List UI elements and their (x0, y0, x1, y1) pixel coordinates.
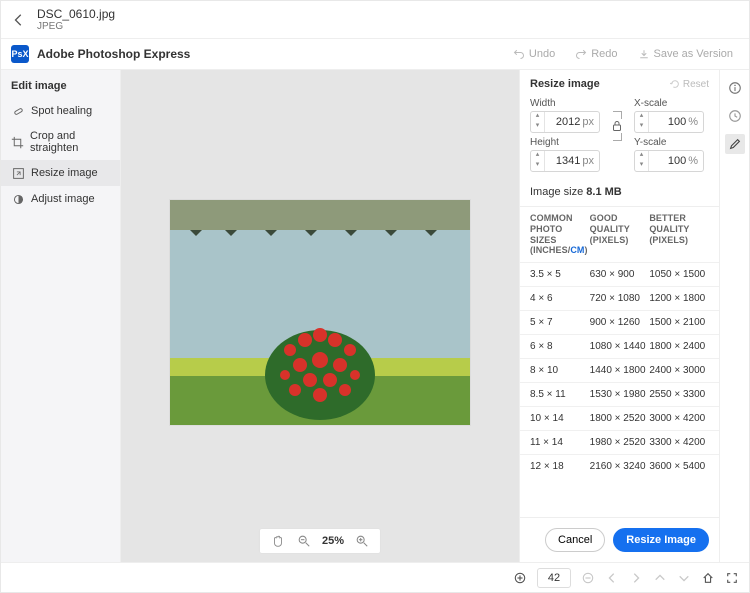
prev-arrow-icon[interactable] (605, 571, 619, 585)
table-row[interactable]: 10 × 141800 × 25203000 × 4200 (520, 406, 719, 430)
home-icon[interactable] (701, 571, 715, 585)
sidebar-item-label: Adjust image (31, 193, 95, 205)
undo-label: Undo (529, 48, 555, 60)
file-type: JPEG (37, 21, 115, 32)
xscale-step-up[interactable]: ▴ (635, 112, 648, 122)
save-label: Save as Version (654, 48, 734, 60)
yscale-label: Y-scale (634, 137, 704, 148)
file-info: DSC_0610.jpg JPEG (37, 7, 115, 32)
lock-icon (611, 120, 623, 132)
sidebar-item-resize[interactable]: Resize image (1, 160, 120, 186)
adjust-icon (11, 192, 25, 206)
undo-button[interactable]: Undo (507, 48, 561, 60)
yscale-input[interactable]: ▴▾ 100% (634, 150, 704, 172)
resize-panel-heading: Resize image (530, 78, 600, 90)
image-size-readout: Image size 8.1 MB (520, 182, 719, 206)
pan-tool[interactable] (270, 533, 286, 549)
file-name: DSC_0610.jpg (37, 7, 115, 21)
table-row[interactable]: 5 × 7900 × 12601500 × 2100 (520, 310, 719, 334)
next-arrow-icon[interactable] (629, 571, 643, 585)
back-button[interactable] (11, 12, 27, 28)
up-arrow-icon[interactable] (653, 571, 667, 585)
zoom-out-button[interactable] (296, 533, 312, 549)
left-sidebar: Edit image Spot healing Crop and straigh… (1, 70, 121, 562)
edit-image-heading: Edit image (1, 70, 120, 98)
resize-image-button[interactable]: Resize Image (613, 528, 709, 552)
info-icon[interactable] (725, 78, 745, 98)
zoom-toolbar: 25% (259, 528, 381, 554)
reset-button[interactable]: Reset (670, 79, 709, 90)
width-input[interactable]: ▴▾ 2012px (530, 111, 600, 133)
canvas-preview[interactable] (170, 200, 470, 425)
table-row[interactable]: 6 × 81080 × 14401800 × 2400 (520, 334, 719, 358)
resize-icon (11, 166, 25, 180)
width-step-up[interactable]: ▴ (531, 112, 544, 122)
size-presets-table: COMMON PHOTO SIZES (INCHES/CM) GOODQUALI… (520, 206, 719, 478)
width-step-down[interactable]: ▾ (531, 122, 544, 132)
app-brand: Adobe Photoshop Express (37, 47, 190, 61)
right-rail (719, 70, 749, 562)
history-icon[interactable] (725, 106, 745, 126)
psx-logo: PsX (11, 45, 29, 63)
height-input[interactable]: ▴▾ 1341px (530, 150, 600, 172)
bandage-icon (11, 104, 25, 118)
resize-panel: Resize image Reset Width ▴▾ 2012px (519, 70, 719, 562)
app-subbar: PsX Adobe Photoshop Express Undo Redo Sa… (1, 39, 749, 70)
yscale-step-down[interactable]: ▾ (635, 161, 648, 171)
crop-icon (11, 135, 24, 149)
add-page-icon[interactable] (513, 571, 527, 585)
sidebar-item-crop[interactable]: Crop and straighten (1, 124, 120, 160)
remove-page-icon[interactable] (581, 571, 595, 585)
cm-toggle[interactable]: CM (570, 245, 584, 255)
height-step-up[interactable]: ▴ (531, 151, 544, 161)
table-row[interactable]: 8.5 × 111530 × 19802550 × 3300 (520, 382, 719, 406)
reset-label: Reset (683, 79, 709, 90)
xscale-label: X-scale (634, 98, 704, 109)
titlebar: DSC_0610.jpg JPEG (1, 1, 749, 39)
redo-label: Redo (591, 48, 617, 60)
fullscreen-icon[interactable] (725, 571, 739, 585)
edit-icon[interactable] (725, 134, 745, 154)
yscale-step-up[interactable]: ▴ (635, 151, 648, 161)
zoom-in-button[interactable] (354, 533, 370, 549)
table-row[interactable]: 8 × 101440 × 18002400 × 3000 (520, 358, 719, 382)
sidebar-item-label: Spot healing (31, 105, 92, 117)
table-row[interactable]: 3.5 × 5630 × 9001050 × 1500 (520, 262, 719, 286)
xscale-input[interactable]: ▴▾ 100% (634, 111, 704, 133)
table-row[interactable]: 4 × 6720 × 10801200 × 1800 (520, 286, 719, 310)
xscale-step-down[interactable]: ▾ (635, 122, 648, 132)
zoom-value[interactable]: 25% (322, 535, 344, 547)
height-label: Height (530, 137, 600, 148)
page-number-input[interactable]: 42 (537, 568, 571, 588)
sidebar-item-label: Resize image (31, 167, 98, 179)
width-label: Width (530, 98, 600, 109)
aspect-lock[interactable] (608, 111, 626, 141)
save-as-version-button[interactable]: Save as Version (632, 48, 740, 60)
table-row[interactable]: 12 × 182160 × 32403600 × 5400 (520, 454, 719, 478)
sidebar-item-adjust[interactable]: Adjust image (1, 186, 120, 212)
height-step-down[interactable]: ▾ (531, 161, 544, 171)
redo-button[interactable]: Redo (569, 48, 623, 60)
bottom-bar: 42 (1, 562, 749, 592)
table-row[interactable]: 11 × 141980 × 25203300 × 4200 (520, 430, 719, 454)
down-arrow-icon[interactable] (677, 571, 691, 585)
cancel-button[interactable]: Cancel (545, 528, 605, 552)
sidebar-item-label: Crop and straighten (30, 130, 110, 154)
sidebar-item-spot-healing[interactable]: Spot healing (1, 98, 120, 124)
canvas-area: 25% (121, 70, 519, 562)
